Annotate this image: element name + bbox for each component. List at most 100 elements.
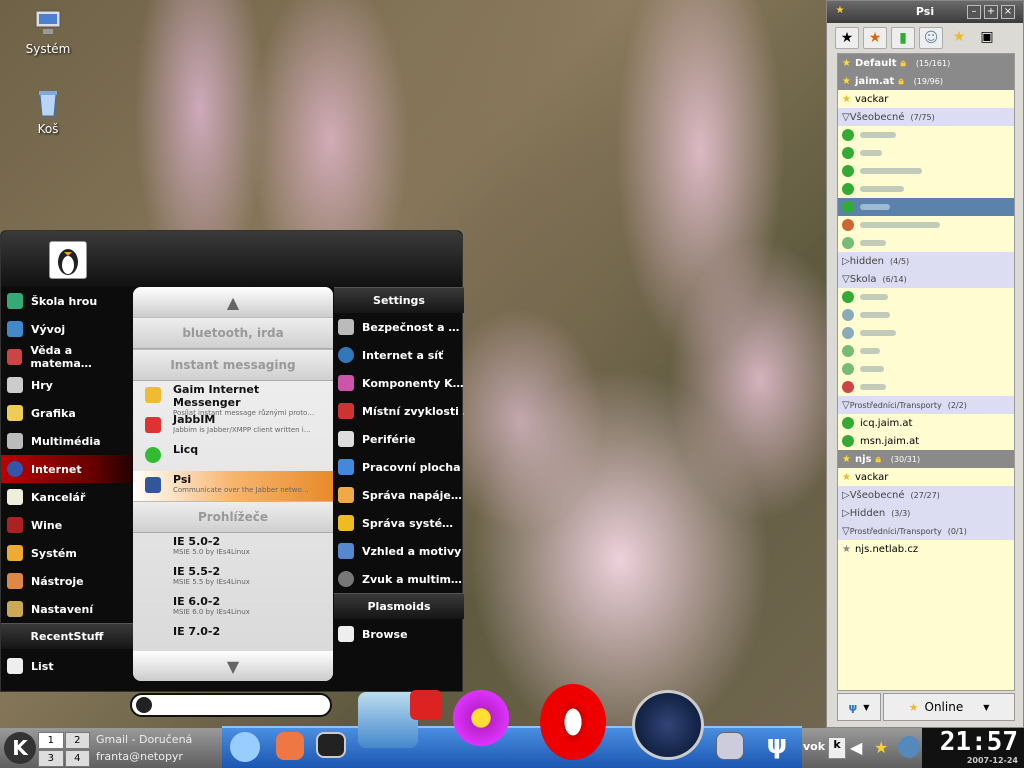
category-item[interactable]: Věda a matema…	[1, 343, 133, 371]
account-row[interactable]: ★ Default 🔒︎ (15/161)	[838, 54, 1014, 72]
save-icon[interactable]	[716, 732, 744, 760]
settings-item[interactable]: Správa napáje…	[334, 481, 464, 509]
user-icon[interactable]: ☺	[919, 27, 943, 49]
contact-row[interactable]	[838, 306, 1014, 324]
contact-row[interactable]: ★ vackar	[838, 468, 1014, 486]
flower-icon[interactable]	[448, 686, 514, 750]
contact-row[interactable]	[838, 144, 1014, 162]
my-computer-icon[interactable]	[358, 692, 418, 748]
group-browsers[interactable]: Prohlížeče	[133, 501, 333, 533]
opera-icon[interactable]	[540, 684, 606, 760]
transport-icon[interactable]: ▮	[891, 27, 915, 49]
taskbar-task[interactable]: Gmail - Doručená franta@netopyr	[96, 731, 222, 767]
category-item[interactable]: Nastavení	[1, 595, 133, 623]
pager-desktop-3[interactable]: 3	[38, 750, 64, 767]
psi-menu-button[interactable]: ψ ▼	[837, 693, 881, 721]
settings-item[interactable]: Místní zvyklosti …	[334, 397, 464, 425]
close-button[interactable]: ×	[1001, 5, 1015, 19]
plasmoid-item[interactable]: Browse	[334, 619, 464, 649]
desktop-icon-system[interactable]: Systém	[18, 8, 78, 56]
contact-row[interactable]	[838, 342, 1014, 360]
settings-item[interactable]: Zvuk a multim…	[334, 565, 464, 593]
kget-icon[interactable]	[230, 732, 260, 762]
network-tray-icon[interactable]	[898, 736, 920, 758]
group-row[interactable]: ▷ hidden (4/5)	[838, 252, 1014, 270]
category-item[interactable]: Nástroje	[1, 567, 133, 595]
category-item[interactable]: Wine	[1, 511, 133, 539]
scroll-down-button[interactable]: ▼	[133, 651, 333, 681]
settings-item[interactable]: Správa systé…	[334, 509, 464, 537]
app-ie50[interactable]: IE 5.0-2 MSIE 5.0 by IEs4Linux	[133, 533, 333, 563]
group-row[interactable]: ▽ Prostředníci/Transporty (0/1)	[838, 522, 1014, 540]
settings-item[interactable]: Vzhled a motivy	[334, 537, 464, 565]
search-input[interactable]	[130, 693, 332, 717]
maximize-button[interactable]: +	[984, 5, 998, 19]
contact-row[interactable]	[838, 288, 1014, 306]
contact-row[interactable]: ★ vackar	[838, 90, 1014, 108]
contact-row[interactable]	[838, 378, 1014, 396]
kopete-icon[interactable]	[632, 690, 704, 760]
minimize-button[interactable]: –	[967, 5, 981, 19]
category-item[interactable]: Kancelář	[1, 483, 133, 511]
app-ie55[interactable]: IE 5.5-2 MSIE 5.5 by IEs4Linux	[133, 563, 333, 593]
account-row[interactable]: ★ njs 🔒︎ (30/31)	[838, 450, 1014, 468]
desktop-icon-trash[interactable]: Koš	[18, 88, 78, 136]
offline-star-icon[interactable]: ★	[835, 27, 859, 49]
category-item[interactable]: Hry	[1, 371, 133, 399]
status-selector[interactable]: ★ Online ▼	[883, 693, 1015, 721]
pager-desktop-2[interactable]: 2	[64, 732, 90, 749]
settings-item[interactable]: Internet a síť	[334, 341, 464, 369]
group-row[interactable]: ▷ Hidden (3/3)	[838, 504, 1014, 522]
app-ie60[interactable]: IE 6.0-2 MSIE 6.0 by IEs4Linux	[133, 593, 333, 623]
app-gaim[interactable]: Gaim Internet Messenger Posílat instant m…	[133, 381, 333, 417]
group-row[interactable]: ▷ Všeobecné (27/27)	[838, 486, 1014, 504]
contact-row[interactable]	[838, 216, 1014, 234]
category-item[interactable]: Grafika	[1, 399, 133, 427]
k-menu-button[interactable]: K	[4, 732, 36, 764]
category-item[interactable]: Škola hrou	[1, 287, 133, 315]
contact-row[interactable]: ★ njs.netlab.cz	[838, 540, 1014, 558]
settings-item[interactable]: Bezpečnost a …	[334, 313, 464, 341]
pager-desktop-1[interactable]: 1	[38, 732, 64, 749]
group-instant-messaging[interactable]: Instant messaging	[133, 349, 333, 381]
contact-row-selected[interactable]	[838, 198, 1014, 216]
psi-tray-icon[interactable]: ψ	[762, 730, 792, 760]
status-star-icon[interactable]: ★	[947, 27, 971, 49]
group-row[interactable]: ▽ Skola (6/14)	[838, 270, 1014, 288]
recent-list-item[interactable]: List	[1, 649, 133, 683]
group-row[interactable]: ▽ Prostředníci/Transporty (2/2)	[838, 396, 1014, 414]
app-jabbim[interactable]: JabbIM Jabbim is Jabber/XMPP client writt…	[133, 411, 333, 441]
contact-row[interactable]: icq.jaim.at	[838, 414, 1014, 432]
user-avatar[interactable]	[49, 241, 87, 279]
contact-row[interactable]	[838, 234, 1014, 252]
category-item-selected[interactable]: Internet	[1, 455, 133, 483]
app-licq[interactable]: Licq	[133, 441, 333, 471]
contact-row[interactable]: msn.jaim.at	[838, 432, 1014, 450]
settings-item[interactable]: Komponenty K…	[334, 369, 464, 397]
group-bluetooth[interactable]: bluetooth, irda	[133, 317, 333, 349]
settings-item[interactable]: Periférie	[334, 425, 464, 453]
contact-row[interactable]	[838, 324, 1014, 342]
add-contact-icon[interactable]: ★	[863, 27, 887, 49]
app-ie70[interactable]: IE 7.0-2	[133, 623, 333, 653]
terminal-icon[interactable]	[316, 732, 346, 758]
volume-icon[interactable]: ◀	[850, 738, 868, 758]
scroll-up-button[interactable]: ▲	[133, 287, 333, 317]
category-item[interactable]: Multimédia	[1, 427, 133, 455]
logout-icon[interactable]	[410, 690, 442, 720]
contact-row[interactable]	[838, 360, 1014, 378]
options-icon[interactable]: ▣	[975, 27, 999, 49]
category-item[interactable]: Vývoj	[1, 315, 133, 343]
home-icon[interactable]	[276, 732, 304, 760]
group-row[interactable]: ▽ Všeobecné (7/75)	[838, 108, 1014, 126]
contact-row[interactable]	[838, 162, 1014, 180]
category-item[interactable]: Systém	[1, 539, 133, 567]
pager-desktop-4[interactable]: 4	[64, 750, 90, 767]
settings-item[interactable]: Pracovní plocha	[334, 453, 464, 481]
app-psi[interactable]: Psi Communicate over the Jabber netwo…	[133, 471, 333, 501]
contact-row[interactable]	[838, 126, 1014, 144]
klipper-icon[interactable]: k	[828, 737, 846, 759]
psi-status-star-icon[interactable]: ★	[874, 738, 894, 758]
account-row[interactable]: ★ jaim.at 🔒︎ (19/96)	[838, 72, 1014, 90]
contact-row[interactable]	[838, 180, 1014, 198]
